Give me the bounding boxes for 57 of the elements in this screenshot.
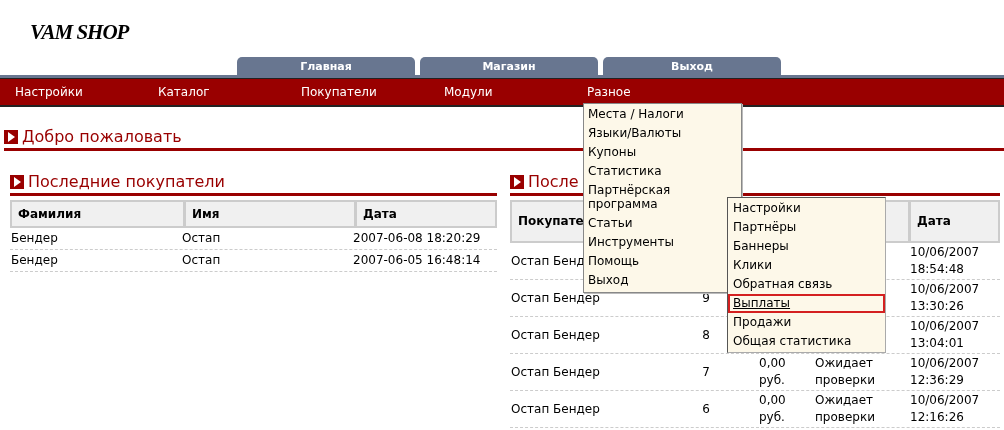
- nav-item[interactable]: Каталог: [158, 79, 210, 105]
- column-header: Дата: [354, 202, 499, 226]
- table-cell-text: Остап: [181, 252, 222, 269]
- table-cell-text: Ожидает проверки: [814, 392, 876, 426]
- nav-item[interactable]: Покупатели: [301, 79, 377, 105]
- table-cell: Остап Бенд: [510, 252, 585, 270]
- table-cell-text: 10/06/2007 13:30:26: [909, 281, 981, 315]
- menu-item[interactable]: Инструменты: [584, 233, 678, 252]
- column-header: Покупате: [518, 214, 584, 228]
- table-cell: 6: [701, 400, 710, 418]
- table-cell-text: 2007-06-08 18:20:29: [352, 230, 482, 247]
- menu-item[interactable]: Языки/Валюты: [584, 124, 686, 143]
- table-cell-text: Бендер: [10, 252, 59, 269]
- nav-item[interactable]: Модули: [444, 79, 493, 105]
- submenu-item[interactable]: Обратная связь: [728, 275, 885, 294]
- menu-item[interactable]: Выход: [584, 271, 633, 290]
- table-cell: Остап Бендер: [510, 326, 600, 344]
- tab[interactable]: Выход: [603, 57, 781, 75]
- table-cell: Остап Бендер: [510, 400, 600, 418]
- menu-item[interactable]: Статистика: [584, 162, 666, 181]
- column-header: Дата: [917, 214, 951, 228]
- menu-item[interactable]: Партнёрская программа: [584, 181, 724, 214]
- nav-item[interactable]: Настройки: [15, 79, 83, 105]
- menu-item[interactable]: Статьи: [584, 214, 637, 233]
- tab[interactable]: Главная: [237, 57, 415, 75]
- tab[interactable]: Магазин: [420, 57, 598, 75]
- table-cell: 7: [701, 363, 710, 381]
- table-cell-text: Бендер: [10, 230, 59, 247]
- submenu-item[interactable]: Выплаты: [728, 294, 885, 313]
- table-cell: Остап Бендер: [510, 289, 600, 307]
- logo: VAM SHOP: [30, 22, 129, 43]
- table-cell-text: 0,00 руб.: [758, 392, 787, 426]
- section-title: Последние покупатели: [28, 172, 225, 192]
- table-cell-text: Остап: [181, 230, 222, 247]
- submenu-item[interactable]: Общая статистика: [728, 332, 885, 351]
- table-cell-text: 10/06/2007 12:16:26: [909, 392, 981, 426]
- table-cell-text: 10/06/2007 18:54:48: [909, 244, 981, 278]
- table-cell: 8: [701, 326, 710, 344]
- submenu-item[interactable]: Настройки: [728, 199, 885, 218]
- table-cell-text: 0,00 руб.: [758, 355, 787, 389]
- submenu-item[interactable]: Клики: [728, 256, 885, 275]
- section-title: Добро пожаловать: [22, 127, 182, 147]
- submenu-item[interactable]: Партнёры: [728, 218, 885, 237]
- nav-item[interactable]: Разное: [587, 79, 631, 105]
- table-cell: Остап Бендер: [510, 363, 600, 381]
- menu-item[interactable]: Помощь: [584, 252, 644, 271]
- menu-item[interactable]: Места / Налоги: [584, 105, 688, 124]
- menu-item[interactable]: Купоны: [584, 143, 641, 162]
- submenu-item[interactable]: Продажи: [728, 313, 885, 332]
- column-header: Фамилия: [17, 206, 83, 223]
- table-cell-text: 2007-06-05 16:48:14: [352, 252, 482, 269]
- table-cell-text: 10/06/2007 12:36:29: [909, 355, 981, 389]
- submenu-item[interactable]: Баннеры: [728, 237, 885, 256]
- table-cell-text: 10/06/2007 13:04:01: [909, 318, 981, 352]
- table-cell-text: Ожидает проверки: [814, 355, 876, 389]
- section-title: После: [528, 172, 579, 192]
- column-header: Имя: [183, 202, 354, 226]
